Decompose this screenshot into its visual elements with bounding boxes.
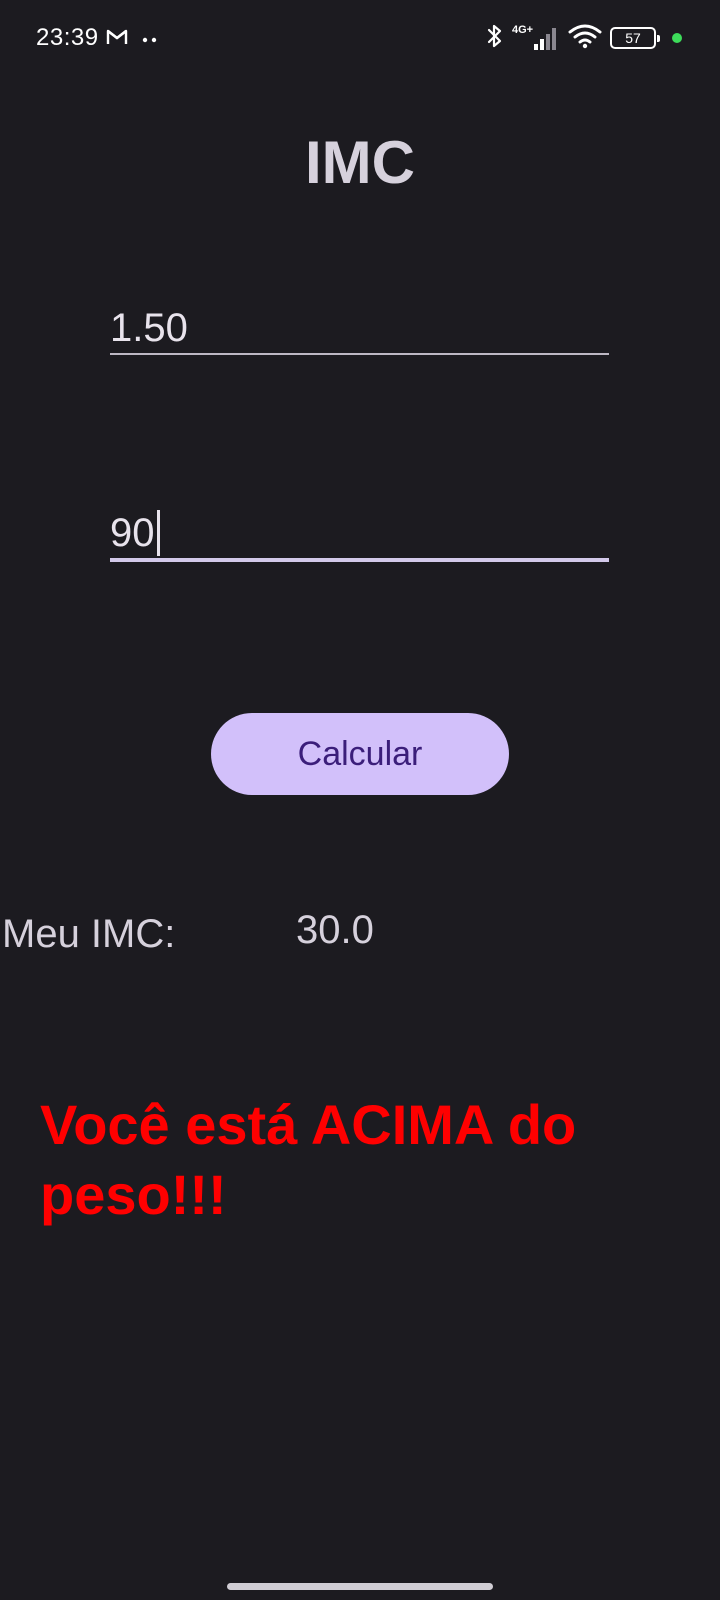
page-title: IMC (305, 129, 415, 196)
wifi-icon (568, 23, 602, 54)
weight-field[interactable]: 90 (110, 508, 609, 562)
status-right-icons: 4G+ 57 (486, 22, 682, 54)
bluetooth-icon (486, 23, 504, 54)
battery-level: 57 (625, 30, 641, 46)
status-time: 23:39 (36, 24, 99, 51)
more-dots-icon (142, 30, 158, 48)
status-left-icons (106, 26, 158, 52)
height-input[interactable]: 1.50 (110, 303, 609, 353)
height-value: 1.50 (110, 306, 188, 350)
result-message: Você está ACIMA do peso!!! (40, 1093, 577, 1226)
weight-value: 90 (110, 511, 155, 555)
height-field[interactable]: 1.50 (110, 303, 609, 355)
app-screen: 23:39 4G+ 57 IMC 1.50 90 Calcular Meu IM… (0, 0, 720, 1600)
gmail-icon (106, 28, 128, 51)
privacy-indicator-dot (672, 33, 682, 43)
cellular-signal-icon: 4G+ (512, 24, 560, 52)
result-label: Meu IMC: (2, 912, 176, 956)
text-cursor (156, 510, 160, 556)
weight-field-underline (110, 558, 609, 562)
result-value: 30.0 (296, 908, 374, 952)
weight-input[interactable]: 90 (110, 508, 609, 558)
home-indicator[interactable] (227, 1583, 493, 1590)
battery-icon: 57 (610, 27, 660, 49)
calculate-button[interactable]: Calcular (211, 713, 509, 795)
height-field-underline (110, 353, 609, 355)
